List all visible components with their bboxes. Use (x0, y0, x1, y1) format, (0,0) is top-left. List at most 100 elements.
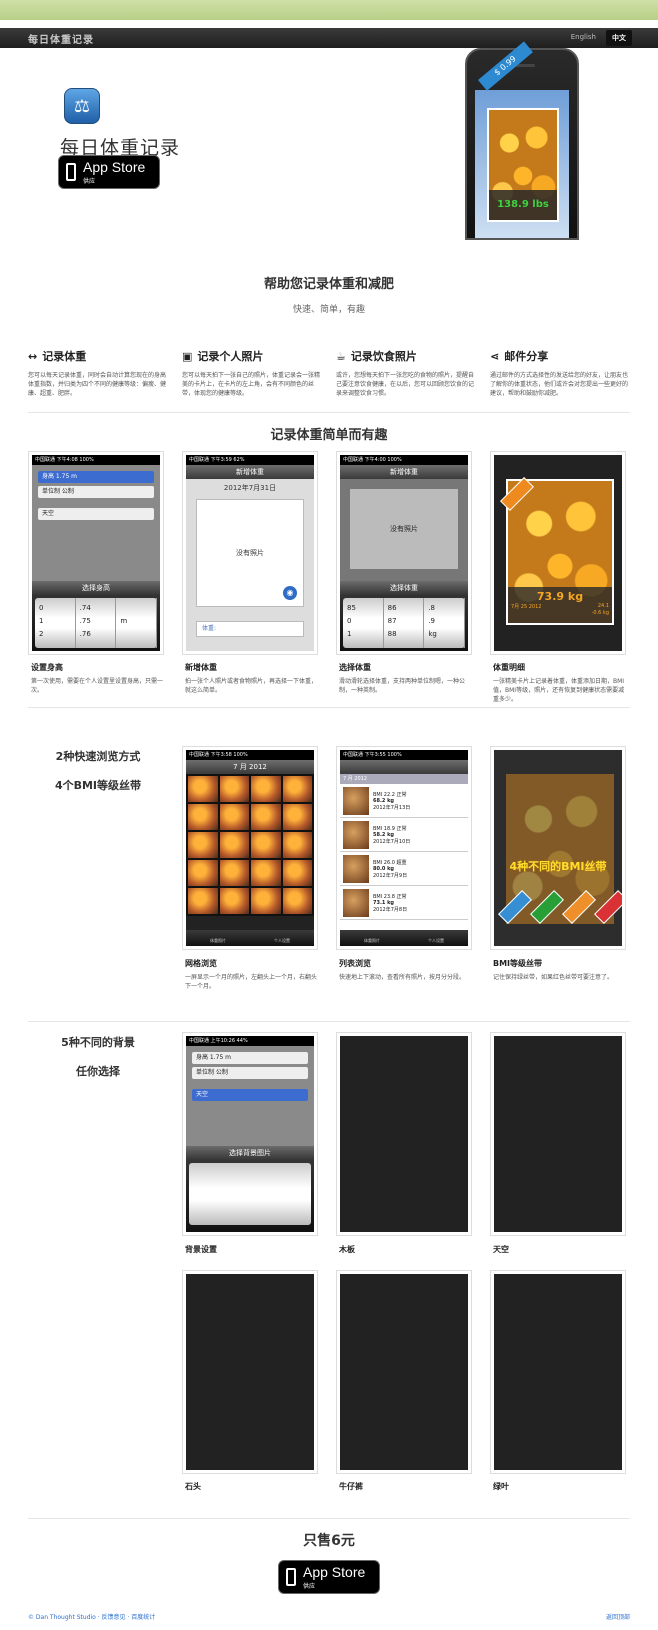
tab-settings[interactable]: 个人设置 (274, 938, 290, 944)
feature-desc: 通过邮件的方式选择性的发送给您的好友，让朋友也了解你的体重状态，他们或许会对您提… (490, 372, 629, 397)
grid-photo[interactable] (251, 804, 281, 830)
list-item[interactable]: BMI 22.2 正常 68.2 kg 2012年7月13日 (340, 784, 468, 818)
caption-desc: 滑动滑轮选择体重，支持两种单位制嗯，一种公制，一种英制。 (339, 678, 466, 694)
bg-leaf[interactable] (490, 1270, 626, 1474)
grid-photo[interactable] (219, 776, 249, 802)
phone-screen: 138.9 lbs (475, 90, 569, 238)
row-unit: 单位制 公制 (38, 486, 154, 498)
arrows-icon: ↔ (28, 349, 38, 363)
picture-icon: ▣ (182, 349, 193, 363)
grid-photo[interactable] (251, 860, 281, 886)
row-kg: 80.0 kg (373, 865, 394, 872)
grid-photo[interactable] (188, 832, 218, 858)
app-store-label: App Store (303, 1563, 366, 1580)
bg-denim[interactable] (336, 1270, 472, 1474)
grid-photo[interactable] (219, 832, 249, 858)
tab-photos[interactable]: 体重照片 (364, 938, 380, 944)
nav-bar (340, 760, 468, 774)
pick-val: .74 (79, 604, 91, 612)
grid-photo[interactable] (282, 888, 312, 914)
list-item[interactable]: BMI 26.0 超重 80.0 kg 2012年7月9日 (340, 852, 468, 886)
row-date: 2012年7月9日 (373, 872, 408, 879)
row-height: 身高 1.75 m (192, 1052, 308, 1064)
footer-links[interactable]: © Dan Thought Studio · 反馈意见 · 百度统计 (28, 1612, 155, 1621)
brand-link[interactable]: 每日体重记录 (28, 31, 94, 46)
detail-bmi: 24.1 (597, 603, 609, 609)
grid-photo[interactable] (282, 776, 312, 802)
caption-title: 背景设置 (185, 1245, 217, 1254)
tab-settings[interactable]: 个人设置 (428, 938, 444, 944)
feature-food: ☕ 记录饮食照片 或许，您想每天拍下一张您吃的食物的照片，提醒自己要注意饮食健康，… (336, 348, 476, 398)
picker-wheel: 0 1 2 .74 .75 .76 m (35, 598, 157, 648)
row-kg: 58.2 kg (373, 831, 394, 838)
feature-title: 邮件分享 (504, 350, 549, 363)
bmi-ribbon-orange (500, 477, 534, 511)
caption-title: 石头 (185, 1482, 201, 1491)
grid-photo[interactable] (188, 804, 218, 830)
grid-photo[interactable] (282, 860, 312, 886)
list-thumb (343, 888, 369, 917)
month-header: 7 月 2012 (233, 763, 267, 771)
feature-title: 记录体重 (42, 350, 87, 363)
list-item[interactable]: BMI 23.8 正常 73.1 kg 2012年7月8日 (340, 886, 468, 920)
bg-picker: 选择背景图片 (186, 1146, 314, 1232)
intro-subtitle: 快速、简单，有趣 (292, 305, 365, 315)
grid-photo[interactable] (219, 888, 249, 914)
bg-wood[interactable] (336, 1032, 472, 1236)
food-icon: ☕ (336, 349, 346, 363)
grid-photo[interactable] (251, 888, 281, 914)
intro-section: 帮助您记录体重和减肥 快速、简单，有趣 (0, 273, 658, 315)
browse-title-1: 2种快速浏览方式 (55, 750, 141, 763)
row-date: 2012年7月10日 (373, 838, 411, 845)
weight-picker: 选择体重 85 0 1 86 87 88 .8 .9 kg (340, 581, 468, 651)
bg-title-2: 任你选择 (76, 1065, 120, 1078)
row-unit: 单位制 公制 (192, 1067, 308, 1079)
feature-title: 记录个人照片 (197, 350, 264, 363)
pick-val: 85 (347, 604, 356, 612)
browse-title-2: 4个BMI等级丝带 (54, 779, 142, 792)
grid-photo[interactable] (251, 776, 281, 802)
app-store-button-bottom[interactable]: App Store 供应 (278, 1560, 380, 1594)
pick-val: 86 (387, 604, 397, 612)
divider (28, 1021, 630, 1022)
settings-list: 身高 1.75 m 单位制 公制 天空 (186, 1046, 314, 1156)
detail-readout: 73.9 kg 7月 25 2012 24.1 -0.6 kg (508, 587, 612, 623)
grid-photo[interactable] (188, 860, 218, 886)
screenshot-select-weight: 中国联通 下午4:00 100% 新增体重 没有照片 选择体重 85 0 1 86 8… (336, 451, 472, 655)
detail-weight: 73.9 kg (536, 590, 584, 603)
grid-photo[interactable] (188, 888, 218, 914)
row-bg: 天空 (192, 1089, 308, 1101)
status-bar: 中国联通 上午10:26 44% (186, 1036, 314, 1046)
tab-photos[interactable]: 体重照片 (210, 938, 226, 944)
row-date: 2012年7月13日 (373, 804, 411, 811)
grid-photo[interactable] (251, 832, 281, 858)
pick-val: 87 (387, 617, 397, 625)
picker-title: 选择体重 (340, 581, 468, 595)
picker-title: 选择背景图片 (186, 1146, 314, 1160)
list-item[interactable]: BMI 18.9 正常 58.2 kg 2012年7月10日 (340, 818, 468, 852)
screenshot-new-weight: 中国联通 下午3:59 62% 新增体重 2012年7月31日 没有照片 ◉ 体… (182, 451, 318, 655)
caption-title: 绿叶 (493, 1482, 509, 1491)
back-to-top-link[interactable]: 返回顶部 (606, 1612, 630, 1621)
bg-stone[interactable] (182, 1270, 318, 1474)
grid-photo[interactable] (188, 776, 218, 802)
top-strip (0, 0, 658, 20)
row-date: 2012年7月8日 (373, 906, 408, 913)
detail-date: 7月 25 2012 (511, 604, 542, 610)
grid-photo[interactable] (282, 832, 312, 858)
lang-english[interactable]: English (565, 30, 602, 46)
camera-icon[interactable]: ◉ (281, 584, 299, 602)
picker-wheel (189, 1163, 311, 1225)
app-store-button[interactable]: App Store 供应 (58, 155, 160, 189)
lang-chinese[interactable]: 中文 (606, 30, 632, 46)
screenshot-grid-browse: 中国联通 下午3:58 100% 7 月 2012 体重照片 个人设置 (182, 746, 318, 950)
grid-photo[interactable] (219, 860, 249, 886)
grid-photo[interactable] (219, 804, 249, 830)
bg-sky[interactable] (490, 1032, 626, 1236)
list-thumb (343, 854, 369, 883)
grid-photo[interactable] (282, 804, 312, 830)
simple-section-title-wrap: 记录体重简单而有趣 (0, 424, 658, 443)
caption-title: 设置身高 (31, 663, 63, 672)
nav-title: 新增体重 (236, 468, 264, 476)
language-switch: English 中文 (565, 30, 632, 46)
